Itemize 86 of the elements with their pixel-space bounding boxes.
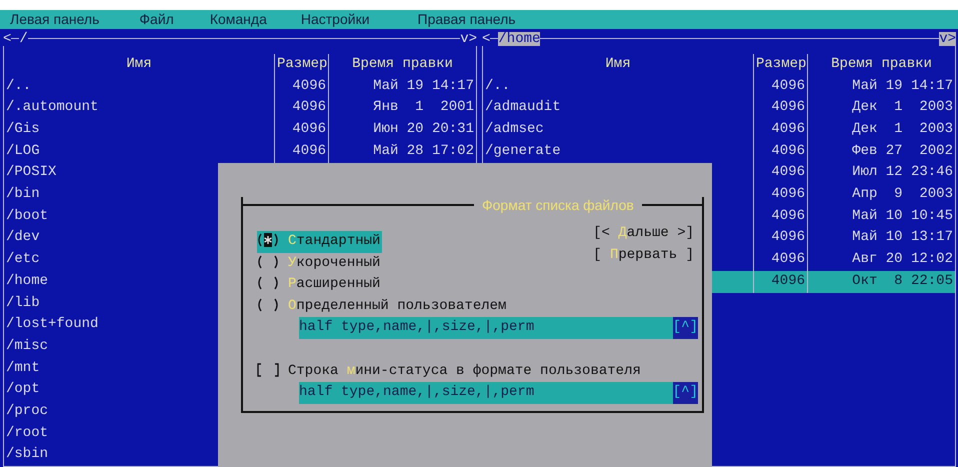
dialog-title: Формат списка файлов: [481, 197, 635, 213]
file-size: 4096: [292, 121, 326, 137]
file-row[interactable]: /.. 4096 Май 19 14:17: [483, 76, 955, 98]
file-size: 4096: [771, 99, 805, 116]
file-name: /bin: [6, 186, 40, 202]
file-name: /generate: [485, 142, 561, 159]
menu-item[interactable]: Файл: [139, 11, 174, 28]
history-back-button[interactable]: <: [3, 32, 12, 46]
column-header[interactable]: Время правки: [328, 54, 476, 76]
file-size: 4096: [771, 229, 805, 246]
file-size: 4096: [292, 99, 326, 116]
history-button[interactable]: [^]: [672, 317, 698, 338]
file-size: 4096: [771, 186, 805, 202]
view-menu-button[interactable]: v>: [939, 32, 956, 46]
file-size: 4096: [771, 121, 805, 137]
radio-button-icon[interactable]: [257, 233, 279, 248]
file-name: /POSIX: [6, 164, 56, 180]
menu-item[interactable]: Левая панель: [10, 11, 100, 28]
dialog-button[interactable]: [< Дальше >]: [593, 223, 694, 244]
menu-item[interactable]: Настройки: [300, 11, 370, 28]
radio-option[interactable]: Стандартный: [257, 231, 382, 252]
file-name: /..: [485, 78, 510, 94]
file-name: /proc: [6, 402, 48, 419]
file-name: /admsec: [485, 121, 544, 137]
column-header[interactable]: Размер: [753, 54, 807, 76]
modified-time: Май 19 14:17: [852, 78, 953, 94]
modified-time: Май 10 10:45: [852, 208, 953, 224]
file-row[interactable]: /Gis 4096 Июн 20 20:31: [4, 119, 476, 141]
column-header[interactable]: Размер: [274, 54, 328, 76]
column-header[interactable]: Время правки: [807, 54, 955, 76]
file-row[interactable]: /admsec 4096 Дек 1 2003: [483, 119, 955, 141]
file-size: 4096: [771, 251, 805, 268]
input-field[interactable]: half type,name,|,size,|,perm [^]: [299, 382, 698, 404]
history-back-button[interactable]: <: [482, 32, 490, 46]
file-size: 4096: [771, 78, 805, 94]
file-name: /Gis: [6, 121, 40, 137]
panel-path: /home: [498, 32, 540, 46]
radio-button-icon[interactable]: [257, 254, 279, 269]
radio-button-icon[interactable]: [257, 298, 279, 312]
modified-time: Окт 8 22:05: [852, 272, 953, 289]
modified-time: Авг 20 12:02: [852, 251, 953, 268]
dialog-button[interactable]: [ Прервать ]: [593, 244, 694, 266]
modified-time: Фев 27 2002: [852, 142, 953, 159]
radio-option[interactable]: Расширенный: [257, 274, 382, 296]
column-header[interactable]: Имя: [4, 54, 274, 76]
menu-item[interactable]: Правая панель: [418, 11, 516, 28]
file-row[interactable]: /.automount 4096 Янв 1 2001: [4, 97, 476, 119]
file-size: 4096: [771, 142, 805, 159]
file-row[interactable]: /admaudit 4096 Дек 1 2003: [483, 97, 955, 119]
file-row[interactable]: 4096 Июл 12 23:46: [483, 162, 955, 184]
file-name: /.automount: [6, 99, 98, 116]
view-menu-button[interactable]: v>: [460, 32, 477, 46]
checkbox-option[interactable]: Строка мини-статуса в формате пользователя: [257, 360, 643, 382]
file-row[interactable]: /LOG 4096 Май 28 17:02: [4, 140, 476, 162]
history-button[interactable]: [^]: [672, 382, 698, 404]
file-size: 4096: [292, 142, 326, 159]
file-name: /..: [6, 78, 32, 94]
file-size: 4096: [771, 164, 805, 180]
input-field[interactable]: half type,name,|,size,|,perm [^]: [299, 317, 698, 338]
file-size: 4096: [292, 78, 326, 94]
file-name: /LOG: [6, 142, 40, 159]
file-size: 4096: [771, 272, 805, 289]
modified-time: Июл 12 23:46: [852, 164, 953, 180]
radio-button-icon[interactable]: [257, 276, 279, 290]
modified-time: Июн 20 20:31: [373, 121, 474, 137]
file-row[interactable]: /generate 4096 Фев 27 2002: [483, 140, 955, 162]
file-name: /admaudit: [485, 99, 561, 116]
file-row[interactable]: /.. 4096 Май 19 14:17: [4, 76, 476, 98]
file-size: 4096: [771, 208, 805, 224]
radio-option[interactable]: Укороченный: [257, 252, 382, 274]
radio-option[interactable]: Определенный пользователем: [257, 296, 508, 317]
column-header[interactable]: Имя: [483, 54, 753, 76]
file-name: /boot: [6, 208, 48, 224]
modified-time: Май 19 14:17: [373, 78, 474, 94]
panel-path: /: [19, 32, 28, 46]
modified-time: Май 28 17:02: [373, 142, 474, 159]
modified-time: Май 10 13:17: [852, 229, 953, 246]
file-name: /root: [6, 424, 48, 441]
modified-time: Дек 1 2003: [852, 121, 953, 137]
modified-time: Апр 9 2003: [852, 186, 953, 202]
menu-item[interactable]: Команда: [210, 11, 267, 28]
modified-time: Дек 1 2003: [852, 99, 953, 116]
checkbox-icon[interactable]: [257, 362, 279, 377]
file-name: /sbin: [6, 446, 48, 462]
file-name: /misc: [6, 338, 48, 354]
modified-time: Янв 1 2001: [373, 99, 474, 116]
